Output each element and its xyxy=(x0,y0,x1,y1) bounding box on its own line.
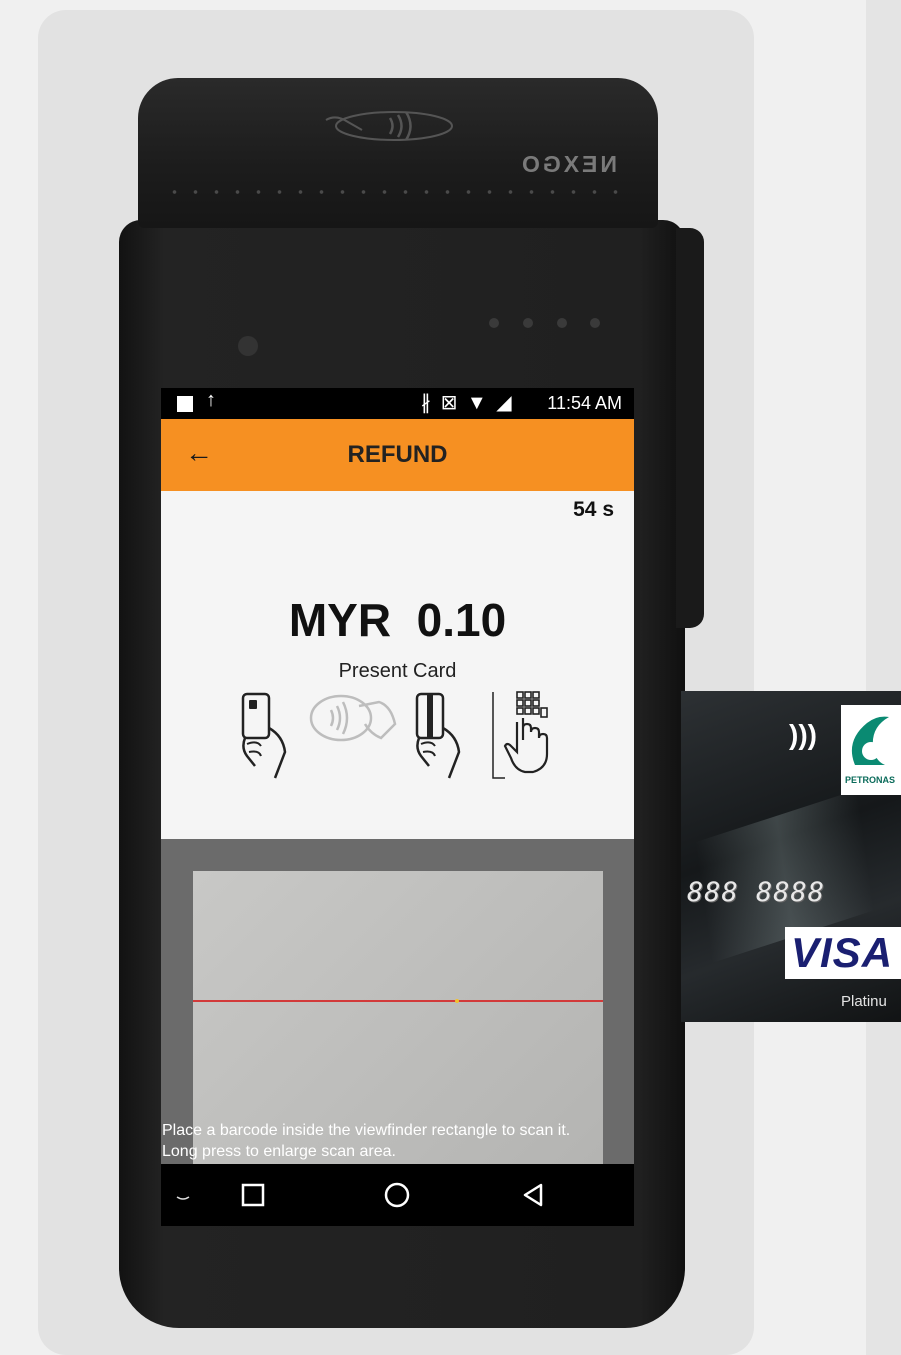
side-button xyxy=(676,228,704,628)
credit-card: ))) PETRONAS 888 8888 VISA Platinu xyxy=(681,691,901,1022)
contactless-icon xyxy=(309,694,397,742)
chip-card-icon xyxy=(241,692,287,779)
app-bar: ← REFUND xyxy=(161,419,634,491)
card-tier: Platinu xyxy=(841,993,887,1010)
status-leds xyxy=(486,318,606,330)
issuer-logo: PETRONAS xyxy=(841,705,901,795)
home-icon[interactable] xyxy=(383,1181,411,1209)
card-number: 888 8888 xyxy=(687,877,826,908)
scan-laser-dot xyxy=(455,999,459,1003)
visa-logo: VISA xyxy=(791,929,894,976)
android-nav-bar xyxy=(161,1164,634,1226)
card-contactless-icon: ))) xyxy=(789,719,817,750)
hide-keyboard-icon[interactable] xyxy=(169,1181,197,1209)
notification-square-icon xyxy=(177,396,193,412)
wifi-icon: ▼ xyxy=(466,392,489,414)
pos-terminal-top: NEXGO xyxy=(138,78,658,228)
nfc-reader-icon xyxy=(325,111,453,141)
speaker-grille xyxy=(164,190,632,194)
countdown-timer: 54 s xyxy=(573,498,614,521)
front-camera xyxy=(238,336,258,356)
present-card-label: Present Card xyxy=(338,660,457,682)
issuer-name: PETRONAS xyxy=(845,775,896,785)
keypad-icon xyxy=(492,691,549,779)
payment-methods xyxy=(231,688,571,784)
scanner-hint-line2: Long press to enlarge scan area. xyxy=(162,1143,396,1160)
recents-icon[interactable] xyxy=(239,1181,267,1209)
status-time: 11:54 AM xyxy=(547,393,622,413)
swipe-card-icon xyxy=(415,692,461,779)
scan-laser-line xyxy=(193,1000,603,1002)
pos-screen: ↑ ∦ ⊠ ▼ ◢ 11:54 AM ← REFUND 54 s MYR 0.1… xyxy=(161,388,634,1226)
refund-amount: MYR 0.10 xyxy=(288,594,507,646)
page-title: REFUND xyxy=(347,441,448,468)
bluetooth-icon: ∦ xyxy=(421,392,433,414)
barcode-scanner[interactable] xyxy=(161,839,634,1164)
upload-icon: ↑ xyxy=(206,389,216,411)
scanner-hint-line1: Place a barcode inside the viewfinder re… xyxy=(162,1122,571,1139)
status-bar: ↑ ∦ ⊠ ▼ ◢ 11:54 AM xyxy=(161,388,634,419)
right-panel xyxy=(866,0,901,1355)
petronas-logo-icon xyxy=(851,716,889,765)
sim-card-icon: ⊠ xyxy=(440,392,460,414)
scanner-hint: Place a barcode inside the viewfinder re… xyxy=(161,1120,634,1162)
status-icons: ∦ ⊠ ▼ ◢ xyxy=(421,390,514,415)
signal-icon: ◢ xyxy=(496,392,514,414)
brand-logo: NEXGO xyxy=(518,151,618,177)
card-network-logo: VISA xyxy=(785,927,901,979)
back-nav-icon[interactable] xyxy=(519,1181,547,1209)
